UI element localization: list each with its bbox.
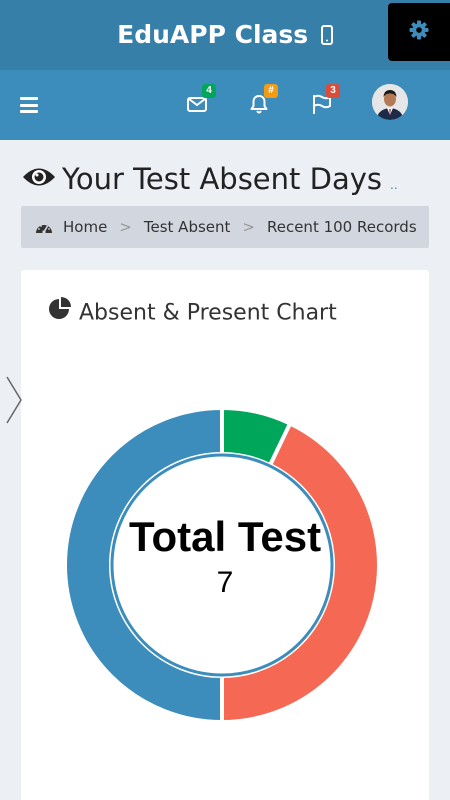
chart-center-value: 7 xyxy=(216,566,234,599)
doughnut-chart xyxy=(63,405,381,725)
chart-center-title: Total Test xyxy=(128,513,322,560)
chart-inner-ring xyxy=(110,453,334,677)
chart-slice-2[interactable] xyxy=(63,405,224,725)
